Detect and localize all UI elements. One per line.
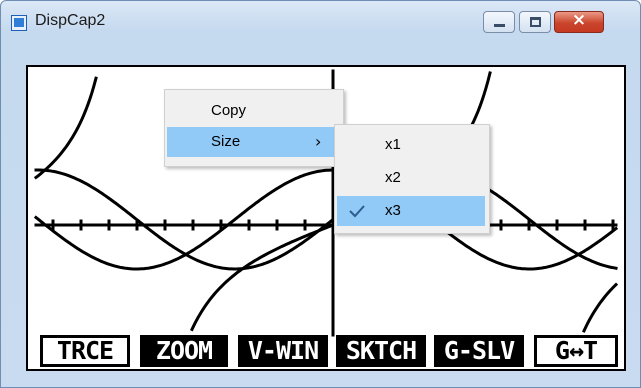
close-icon: × xyxy=(571,10,587,30)
menu-item-label: Copy xyxy=(211,102,247,119)
maximize-button[interactable] xyxy=(519,11,551,33)
softkey-bar: TRCE ZOOM V-WIN SKTCH G-SLV G↔T xyxy=(40,335,630,369)
size-submenu: x1 x2 x3 xyxy=(334,124,490,234)
chevron-right-icon: › xyxy=(315,132,322,151)
submenu-item-label: x3 xyxy=(385,202,401,219)
menu-item-copy[interactable]: Copy xyxy=(167,96,339,126)
softkey-zoom[interactable]: ZOOM xyxy=(140,335,228,367)
maximize-icon xyxy=(530,17,541,27)
softkey-v-window[interactable]: V-WIN xyxy=(238,335,328,367)
softkey-sketch[interactable]: SKTCH xyxy=(336,335,426,367)
softkey-g-solve[interactable]: G-SLV xyxy=(434,335,524,367)
app-window-icon[interactable] xyxy=(11,15,27,31)
minimize-button[interactable] xyxy=(483,11,515,33)
menu-item-label: Size xyxy=(211,133,241,150)
submenu-item-x3[interactable]: x3 xyxy=(337,196,485,226)
submenu-item-label: x2 xyxy=(385,169,401,186)
close-button[interactable]: × xyxy=(554,10,604,33)
check-icon xyxy=(349,205,365,218)
title-bar[interactable]: DispCap2 × xyxy=(1,1,640,37)
softkey-trace[interactable]: TRCE xyxy=(40,335,130,367)
context-menu: Copy Size › xyxy=(164,89,344,167)
submenu-item-x1[interactable]: x1 xyxy=(337,130,485,160)
softkey-graph-table[interactable]: G↔T xyxy=(534,335,618,367)
window-title: DispCap2 xyxy=(35,12,106,29)
minimize-icon xyxy=(494,24,505,27)
submenu-item-label: x1 xyxy=(385,136,401,153)
submenu-item-x2[interactable]: x2 xyxy=(337,163,485,193)
menu-item-size[interactable]: Size › xyxy=(167,127,339,157)
